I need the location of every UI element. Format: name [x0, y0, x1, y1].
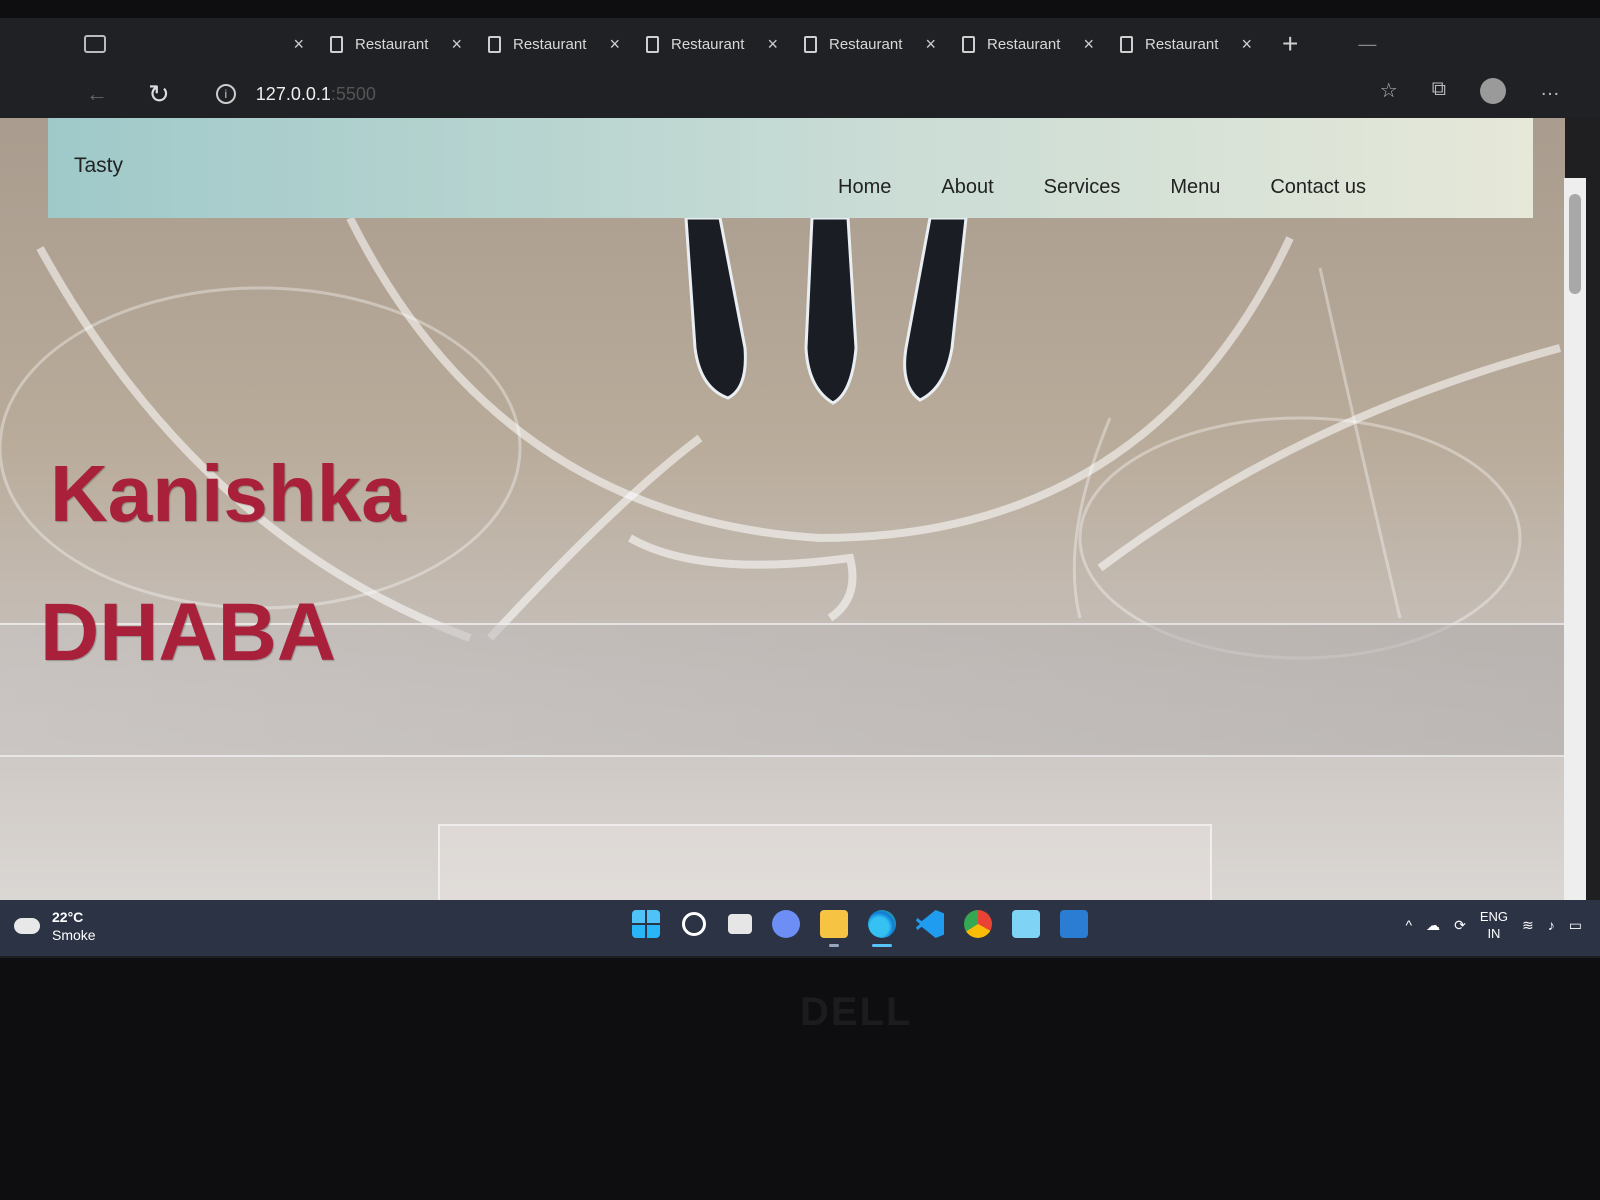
language-indicator[interactable]: ENG IN	[1480, 908, 1508, 942]
collections-icon[interactable]: ⧉	[1432, 78, 1446, 104]
language-code: ENG	[1479, 909, 1509, 924]
screen: × Restaurant × Restaurant × Restaurant ×…	[0, 18, 1600, 958]
profile-icon[interactable]	[1480, 78, 1506, 104]
weather-description: Smoke	[52, 927, 96, 943]
site-brand[interactable]: Tasty	[74, 154, 123, 178]
document-icon	[804, 35, 817, 53]
browser-tab-bar: × Restaurant × Restaurant × Restaurant ×…	[0, 18, 1600, 70]
vscode-icon[interactable]	[916, 910, 944, 938]
browser-tab[interactable]: Restaurant ×	[318, 26, 474, 62]
close-tab-icon[interactable]: ×	[293, 34, 304, 55]
browser-tab[interactable]: Restaurant ×	[476, 26, 632, 62]
windows-taskbar: 22°C Smoke ^ ☁ ⟳ ENG IN ≋ ♪ ▭	[0, 900, 1600, 956]
wifi-icon[interactable]: ≋	[1522, 917, 1534, 934]
page-scrollbar[interactable]	[1564, 178, 1586, 918]
volume-icon[interactable]: ♪	[1548, 917, 1555, 933]
battery-icon[interactable]: ▭	[1569, 917, 1582, 934]
document-icon	[646, 35, 659, 53]
search-icon[interactable]	[682, 912, 706, 936]
scroll-thumb[interactable]	[1569, 194, 1581, 294]
word-icon[interactable]	[1060, 910, 1088, 938]
region-code: IN	[1487, 926, 1501, 941]
active-indicator	[872, 944, 892, 947]
weather-widget[interactable]: 22°C Smoke	[14, 908, 96, 944]
tab-title: Restaurant	[513, 35, 587, 53]
url-port: :5500	[330, 83, 376, 104]
task-view-icon[interactable]	[728, 914, 752, 934]
nav-link-contact[interactable]: Contact us	[1270, 176, 1366, 199]
favorites-icon[interactable]: ☆	[1380, 78, 1398, 104]
document-icon	[962, 35, 975, 53]
reload-icon[interactable]: ↻	[148, 79, 170, 110]
tab-actions-icon[interactable]	[84, 35, 106, 53]
edge-browser-icon[interactable]	[868, 910, 896, 947]
url-host: 127.0.0.1	[255, 83, 331, 104]
start-icon[interactable]	[632, 910, 660, 938]
new-tab-button[interactable]: +	[1282, 28, 1298, 60]
close-tab-icon[interactable]: ×	[451, 34, 462, 55]
notepad-icon[interactable]	[1012, 910, 1040, 938]
laptop-monitor: × Restaurant × Restaurant × Restaurant ×…	[0, 0, 1600, 1200]
browser-tab[interactable]: Restaurant ×	[950, 26, 1106, 62]
nav-link-home[interactable]: Home	[838, 176, 891, 199]
chrome-icon[interactable]	[964, 910, 992, 938]
weather-cloud-icon	[14, 912, 40, 934]
document-icon	[1120, 35, 1133, 53]
browser-tab-active[interactable]: Restaurant ×	[1108, 26, 1264, 62]
tab-title: Restaurant	[987, 35, 1061, 53]
system-tray: ^ ☁ ⟳ ENG IN ≋ ♪ ▭	[1406, 908, 1582, 942]
browser-toolbar: ☆ ⧉ …	[1380, 78, 1560, 104]
close-tab-icon[interactable]: ×	[1083, 34, 1094, 55]
address-bar: ← ↻ i 127.0.0.1:5500	[0, 70, 1600, 118]
tab-title: Restaurant	[671, 35, 745, 53]
browser-tab[interactable]: Restaurant ×	[634, 26, 790, 62]
dell-logo: DELL	[800, 990, 913, 1034]
running-indicator	[829, 944, 839, 947]
sync-icon[interactable]: ⟳	[1454, 917, 1466, 934]
close-tab-icon[interactable]: ×	[767, 34, 778, 55]
tab-title: Restaurant	[1145, 35, 1219, 53]
file-explorer-icon[interactable]	[820, 910, 848, 947]
page-viewport: Tasty Home About Services Menu Contact u…	[0, 118, 1565, 918]
close-tab-icon[interactable]: ×	[925, 34, 936, 55]
url-field[interactable]: 127.0.0.1:5500	[256, 84, 376, 105]
site-nav-links: Home About Services Menu Contact us	[838, 176, 1416, 199]
tab-title: Restaurant	[355, 35, 429, 53]
weather-temperature: 22°C	[52, 909, 84, 925]
back-icon[interactable]: ←	[86, 81, 108, 107]
document-icon	[488, 35, 501, 53]
chat-icon[interactable]	[772, 910, 800, 938]
site-navbar: Tasty Home About Services Menu Contact u…	[48, 118, 1533, 218]
tab-title: Restaurant	[829, 35, 903, 53]
browser-tab[interactable]: ×	[146, 26, 316, 62]
document-icon	[330, 35, 343, 53]
hero-title-line1: Kanishka	[50, 449, 406, 538]
site-info-icon[interactable]: i	[215, 84, 236, 104]
close-tab-icon[interactable]: ×	[1241, 34, 1252, 55]
more-options-icon[interactable]: …	[1540, 78, 1560, 104]
minimize-icon[interactable]: —	[1358, 34, 1376, 55]
browser-tab[interactable]: Restaurant ×	[792, 26, 948, 62]
nav-link-services[interactable]: Services	[1044, 176, 1121, 199]
nav-link-about[interactable]: About	[941, 176, 993, 199]
hero-title-line2: DHABA	[40, 587, 337, 678]
taskbar-apps	[632, 910, 1088, 947]
tray-chevron-icon[interactable]: ^	[1406, 917, 1413, 933]
nav-link-menu[interactable]: Menu	[1170, 176, 1220, 199]
onedrive-icon[interactable]: ☁	[1426, 917, 1440, 934]
close-tab-icon[interactable]: ×	[609, 34, 620, 55]
